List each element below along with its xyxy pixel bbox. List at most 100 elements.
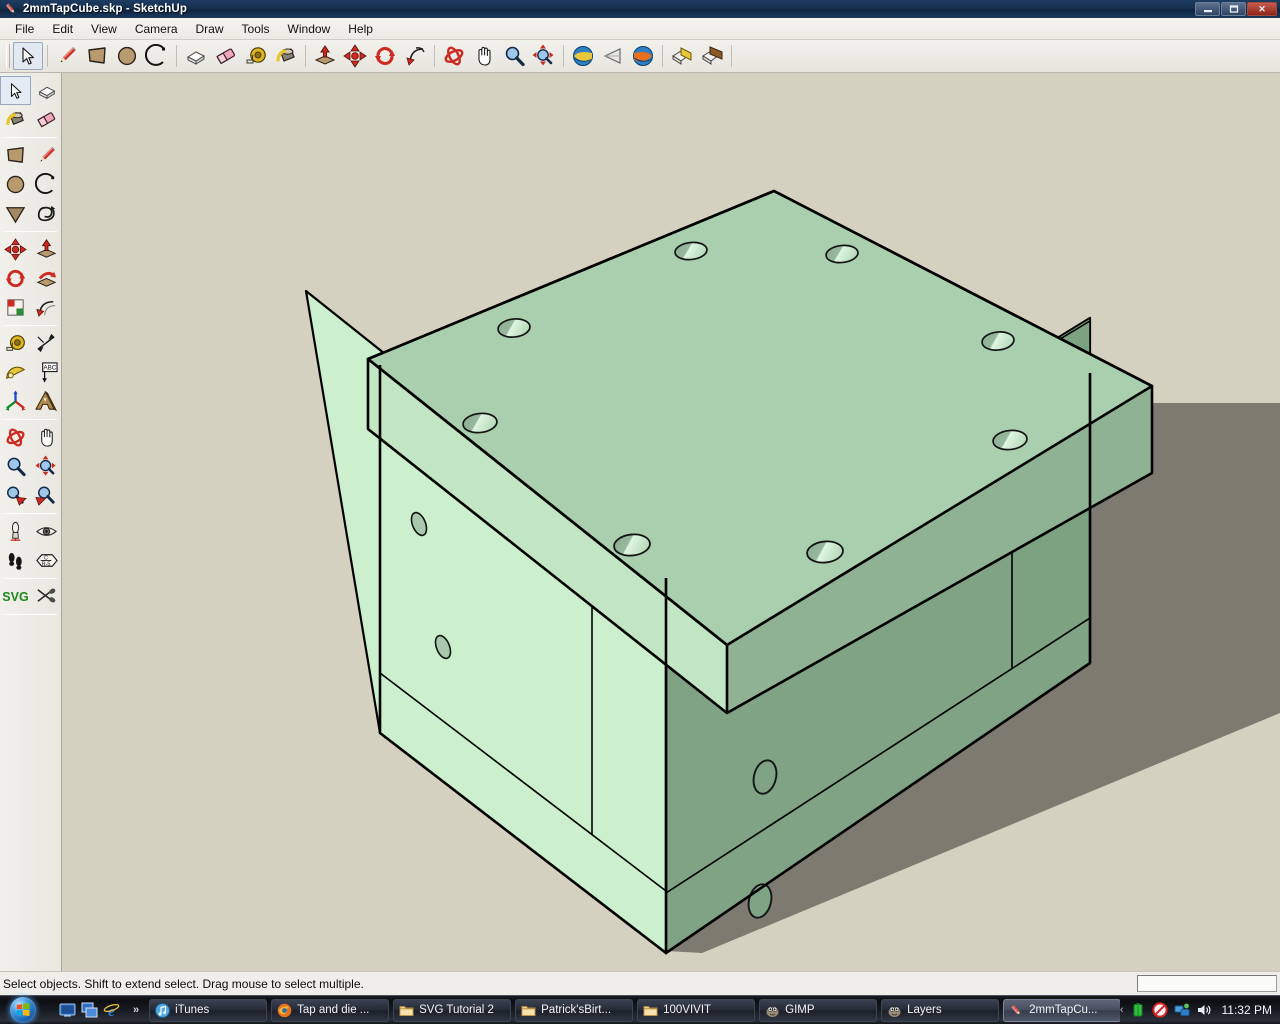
maximize-button[interactable] bbox=[1221, 2, 1246, 16]
menu-view[interactable]: View bbox=[82, 20, 126, 38]
lt-tool-rotate[interactable] bbox=[0, 264, 31, 293]
lt-tool-freehand[interactable] bbox=[31, 199, 62, 228]
internet-explorer-icon[interactable]: e bbox=[103, 1002, 120, 1020]
task-label: GIMP bbox=[785, 1004, 815, 1016]
lt-tool-protractor[interactable] bbox=[0, 358, 31, 387]
lt-tool-svg-cut[interactable] bbox=[31, 582, 62, 611]
show-desktop-icon[interactable] bbox=[59, 1002, 76, 1019]
toolbar-separator bbox=[4, 513, 57, 514]
action-center-blocked-icon[interactable] bbox=[1151, 1002, 1168, 1018]
lt-tool-zoom[interactable] bbox=[0, 452, 31, 481]
tool-rotate[interactable] bbox=[370, 42, 400, 70]
tool-section-plane[interactable] bbox=[667, 42, 697, 70]
lt-tool-move[interactable] bbox=[0, 235, 31, 264]
svg-text:R-5: R-5 bbox=[42, 561, 51, 567]
toolbar-separator bbox=[4, 137, 57, 138]
folder-icon bbox=[399, 1003, 414, 1018]
lt-tool-select[interactable] bbox=[0, 76, 31, 105]
lt-tool-axes[interactable] bbox=[0, 387, 31, 416]
lt-tool-look-around[interactable] bbox=[31, 517, 62, 546]
lt-tool-previous-view[interactable] bbox=[31, 481, 62, 510]
start-button[interactable] bbox=[1, 997, 45, 1024]
lt-tool-scale[interactable] bbox=[0, 293, 31, 322]
tool-follow-me[interactable] bbox=[400, 42, 430, 70]
close-button[interactable]: ✕ bbox=[1247, 2, 1277, 16]
lt-tool-make-component[interactable] bbox=[31, 76, 62, 105]
switch-windows-icon[interactable] bbox=[81, 1002, 98, 1019]
lt-tool-arc[interactable] bbox=[31, 170, 62, 199]
tool-paint-bucket[interactable] bbox=[271, 42, 301, 70]
model-viewport[interactable] bbox=[62, 73, 1280, 971]
tool-make-component[interactable] bbox=[181, 42, 211, 70]
quicklaunch-overflow-chevron[interactable]: » bbox=[133, 1004, 139, 1016]
task-button[interactable]: Layers bbox=[881, 998, 1000, 1022]
tool-move[interactable] bbox=[340, 42, 370, 70]
tool-eraser[interactable] bbox=[211, 42, 241, 70]
minimize-button[interactable] bbox=[1195, 2, 1220, 16]
toolbar-separator bbox=[4, 614, 57, 615]
menu-tools[interactable]: Tools bbox=[233, 20, 279, 38]
lt-row bbox=[0, 105, 62, 134]
tool-line[interactable] bbox=[52, 42, 82, 70]
lt-tool-zoom-window[interactable] bbox=[0, 481, 31, 510]
tool-pan[interactable] bbox=[469, 42, 499, 70]
lt-tool-zoom-extents[interactable] bbox=[31, 452, 62, 481]
lt-tool-text[interactable]: ABC bbox=[31, 358, 62, 387]
lt-tool-eraser[interactable] bbox=[31, 105, 62, 134]
task-button-active[interactable]: 2mmTapCu... bbox=[1003, 998, 1120, 1022]
menu-camera[interactable]: Camera bbox=[126, 20, 187, 38]
lt-tool-section-plane[interactable]: C R-5 bbox=[31, 546, 62, 575]
lt-tool-line[interactable] bbox=[31, 141, 62, 170]
tool-zoom[interactable] bbox=[499, 42, 529, 70]
menu-help[interactable]: Help bbox=[339, 20, 382, 38]
tool-orbit[interactable] bbox=[439, 42, 469, 70]
svg-export-label: SVG bbox=[2, 589, 29, 604]
tool-zoom-extents[interactable] bbox=[529, 42, 559, 70]
tool-circle[interactable] bbox=[112, 42, 142, 70]
battery-icon[interactable] bbox=[1130, 1002, 1146, 1018]
toolbar-grip[interactable] bbox=[6, 44, 10, 68]
lt-tool-paint-bucket[interactable] bbox=[0, 105, 31, 134]
tool-arc[interactable] bbox=[142, 42, 172, 70]
tool-field-of-view[interactable] bbox=[598, 42, 628, 70]
lt-tool-3d-text[interactable] bbox=[31, 387, 62, 416]
task-button[interactable]: iTunes bbox=[149, 998, 268, 1022]
lt-tool-follow-me[interactable] bbox=[31, 264, 62, 293]
tool-previous-view[interactable] bbox=[568, 42, 598, 70]
lt-tool-circle[interactable] bbox=[0, 170, 31, 199]
tool-section-display[interactable] bbox=[697, 42, 727, 70]
lt-tool-rectangle[interactable] bbox=[0, 141, 31, 170]
tool-push-pull[interactable] bbox=[310, 42, 340, 70]
network-icon[interactable] bbox=[1174, 1002, 1190, 1018]
tool-rectangle[interactable] bbox=[82, 42, 112, 70]
lt-tool-orbit[interactable] bbox=[0, 423, 31, 452]
lt-tool-walk[interactable] bbox=[0, 546, 31, 575]
task-label: iTunes bbox=[175, 1004, 210, 1016]
task-button[interactable]: Tap and die ... bbox=[271, 998, 390, 1022]
lt-tool-dimension[interactable] bbox=[31, 329, 62, 358]
task-button[interactable]: SVG Tutorial 2 bbox=[393, 998, 512, 1022]
lt-tool-pan[interactable] bbox=[31, 423, 62, 452]
lt-tool-polygon[interactable] bbox=[0, 199, 31, 228]
lt-tool-offset[interactable] bbox=[31, 293, 62, 322]
menu-file[interactable]: File bbox=[6, 20, 43, 38]
tool-next-view[interactable] bbox=[628, 42, 658, 70]
volume-speaker-icon[interactable] bbox=[1196, 1002, 1212, 1018]
menu-window[interactable]: Window bbox=[279, 20, 340, 38]
lt-tool-tape-measure[interactable] bbox=[0, 329, 31, 358]
title-bar: 2mmTapCube.skp - SketchUp ✕ bbox=[0, 0, 1280, 18]
task-button[interactable]: Patrick'sBirt... bbox=[515, 998, 634, 1022]
lt-tool-position-camera[interactable] bbox=[0, 517, 31, 546]
task-button[interactable]: 100VIVIT bbox=[637, 998, 756, 1022]
lt-tool-push-pull[interactable] bbox=[31, 235, 62, 264]
value-control-box[interactable] bbox=[1137, 975, 1277, 992]
lt-tool-svg-export[interactable]: SVG bbox=[0, 582, 31, 611]
tool-tape-measure[interactable] bbox=[241, 42, 271, 70]
taskbar-clock[interactable]: 11:32 PM bbox=[1222, 1003, 1272, 1017]
tool-select[interactable] bbox=[13, 42, 43, 70]
tray-expand-chevron[interactable]: ‹ bbox=[1120, 1004, 1124, 1016]
menu-draw[interactable]: Draw bbox=[187, 20, 233, 38]
task-button[interactable]: GIMP bbox=[759, 998, 878, 1022]
gimp-wilber-icon bbox=[765, 1003, 780, 1018]
menu-edit[interactable]: Edit bbox=[43, 20, 82, 38]
